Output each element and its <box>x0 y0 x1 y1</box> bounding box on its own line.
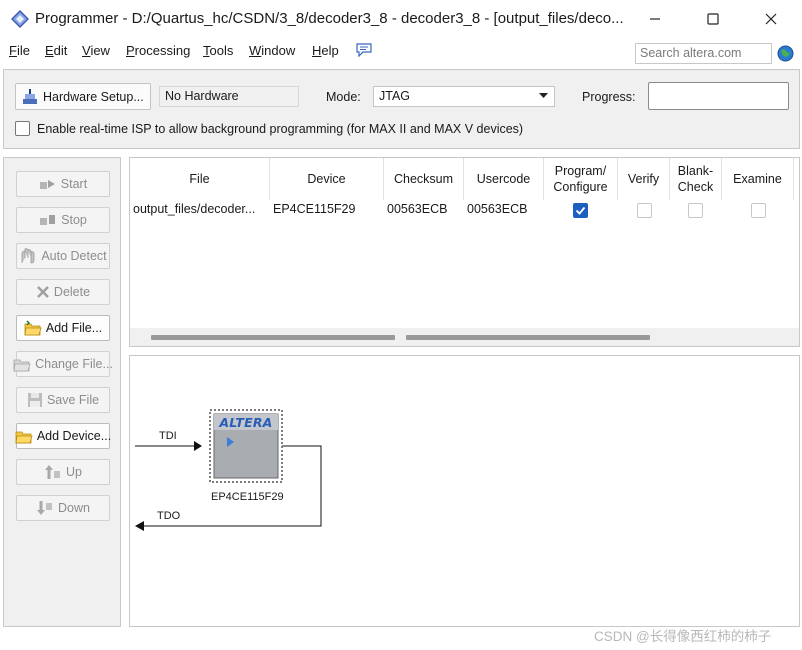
column-header-file[interactable]: File <box>130 158 270 200</box>
tdo-label: TDO <box>157 510 181 522</box>
program-configure-checkbox[interactable] <box>573 203 588 218</box>
cell-checksum: 00563ECB <box>387 202 448 216</box>
down-button[interactable]: Down <box>16 495 110 521</box>
close-button[interactable] <box>742 0 800 38</box>
globe-icon[interactable] <box>777 45 794 62</box>
auto-detect-icon <box>21 248 35 264</box>
menu-window[interactable]: Window <box>249 43 295 58</box>
close-icon <box>765 13 777 25</box>
column-header-device[interactable]: Device <box>270 158 384 200</box>
add-device-button[interactable]: Add Device... <box>15 423 111 449</box>
column-header-checksum[interactable]: Checksum <box>384 158 464 200</box>
checkmark-icon <box>575 206 586 215</box>
delete-x-icon <box>37 286 49 298</box>
progress-bar <box>648 82 789 110</box>
minimize-button[interactable] <box>626 0 684 38</box>
quartus-app-icon <box>11 10 29 28</box>
start-icon <box>39 180 55 189</box>
hardware-setup-label: Hardware Setup... <box>43 89 144 104</box>
feedback-chat-icon[interactable] <box>356 43 372 57</box>
menu-processing[interactable]: Processing <box>126 43 190 58</box>
mode-label: Mode: <box>326 90 361 104</box>
scrollbar-thumb-left[interactable] <box>151 335 395 340</box>
hardware-setup-button[interactable]: Hardware Setup... <box>15 83 151 110</box>
hardware-field: No Hardware <box>159 86 299 107</box>
chip-logo: ALTERA <box>219 415 273 430</box>
blank-check-checkbox[interactable] <box>688 203 703 218</box>
device-name-label: EP4CE115F29 <box>211 491 284 503</box>
change-file-button[interactable]: Change File... <box>13 351 113 377</box>
fpga-device-chip[interactable]: ALTERA <box>208 408 284 484</box>
minimize-icon <box>650 18 660 20</box>
maximize-button[interactable] <box>684 0 742 38</box>
mode-value: JTAG <box>379 89 411 103</box>
column-header-blank-check[interactable]: Blank- Check <box>670 158 722 200</box>
watermark: CSDN @长得像西红柿的柿子 <box>594 629 772 644</box>
stop-icon <box>40 215 56 225</box>
progress-label: Progress: <box>582 90 636 104</box>
window-title: Programmer - D:/Quartus_hc/CSDN/3_8/deco… <box>35 10 624 27</box>
up-button[interactable]: Up <box>16 459 110 485</box>
add-file-button[interactable]: Add File... <box>16 315 110 341</box>
hardware-panel: Hardware Setup... No Hardware Mode: JTAG… <box>3 69 800 149</box>
sidebar: Start Stop Auto Detect Delete Add File..… <box>3 157 121 627</box>
cell-file: output_files/decoder... <box>133 202 256 216</box>
column-header-usercode[interactable]: Usercode <box>464 158 544 200</box>
up-arrow-icon <box>45 465 60 479</box>
save-file-button[interactable]: Save File <box>16 387 110 413</box>
column-header-examine[interactable]: Examine <box>722 158 794 200</box>
stop-button[interactable]: Stop <box>16 207 110 233</box>
maximize-icon <box>707 13 719 25</box>
device-table: File Device Checksum Usercode Program/ C… <box>129 157 800 347</box>
cell-usercode: 00563ECB <box>467 202 528 216</box>
column-header-program-configure[interactable]: Program/ Configure <box>544 158 618 200</box>
auto-detect-button[interactable]: Auto Detect <box>16 243 110 269</box>
search-input[interactable]: Search altera.com <box>635 43 772 64</box>
add-file-icon <box>24 320 42 336</box>
down-arrow-icon <box>37 501 53 515</box>
cell-device: EP4CE115F29 <box>273 202 356 216</box>
start-button[interactable]: Start <box>16 171 110 197</box>
menu-help[interactable]: Help <box>312 43 339 58</box>
mode-select[interactable]: JTAG <box>373 86 555 107</box>
verify-checkbox[interactable] <box>637 203 652 218</box>
hardware-setup-icon <box>23 88 37 104</box>
horizontal-scrollbar[interactable] <box>130 328 799 346</box>
title-bar: Programmer - D:/Quartus_hc/CSDN/3_8/deco… <box>0 0 802 38</box>
change-file-icon <box>13 359 31 372</box>
column-header-verify[interactable]: Verify <box>618 158 670 200</box>
menu-edit[interactable]: Edit <box>45 43 67 58</box>
tdi-label: TDI <box>159 430 177 442</box>
chevron-down-icon <box>539 93 548 98</box>
menu-file[interactable]: File <box>9 43 30 58</box>
menu-tools[interactable]: Tools <box>203 43 233 58</box>
save-file-icon <box>27 393 42 407</box>
examine-checkbox[interactable] <box>751 203 766 218</box>
add-device-icon <box>15 431 33 444</box>
scrollbar-thumb-right[interactable] <box>406 335 650 340</box>
isp-checkbox[interactable] <box>15 121 30 136</box>
delete-button[interactable]: Delete <box>16 279 110 305</box>
jtag-chain-panel: TDI TDO ALTERA EP4CE115F29 <box>129 355 800 627</box>
isp-label: Enable real-time ISP to allow background… <box>37 122 524 136</box>
menu-view[interactable]: View <box>82 43 110 58</box>
